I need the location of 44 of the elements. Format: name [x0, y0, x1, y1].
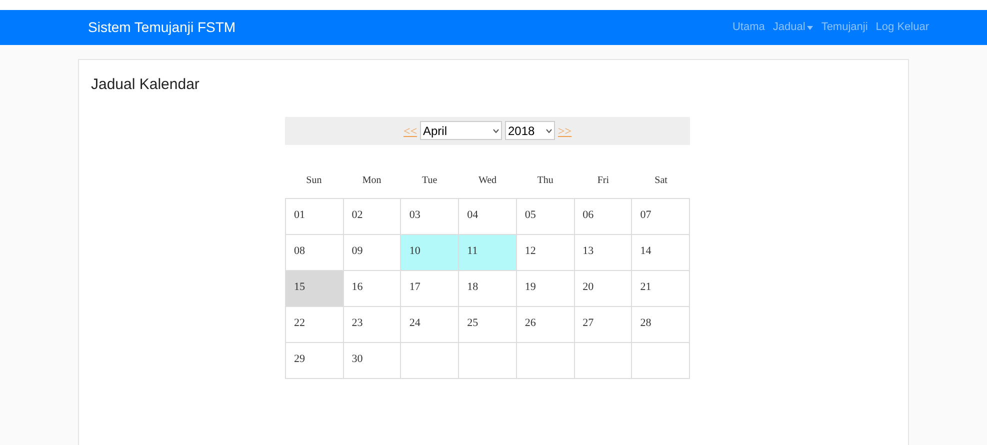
month-select[interactable]: April	[420, 121, 502, 140]
day-cell[interactable]: 07	[632, 198, 690, 234]
weekday-header: Tue	[421, 174, 438, 188]
weekday-header: Thu	[536, 174, 554, 188]
day-cell[interactable]: 12	[516, 234, 575, 270]
day-cell[interactable]: 11	[459, 234, 517, 270]
chevron-icon	[493, 128, 499, 132]
weekday-header: Fri	[596, 174, 610, 188]
day-cell[interactable]: 16	[344, 270, 402, 306]
day-cell[interactable]: 08	[286, 234, 344, 270]
weekday-header: Wed	[477, 174, 498, 188]
day-cell[interactable]: 29	[286, 342, 344, 378]
chevron-icon	[546, 128, 552, 132]
weekday-header: Mon	[361, 174, 382, 188]
day-cell[interactable]: 21	[632, 270, 690, 306]
day-cell[interactable]: 30	[344, 342, 402, 378]
weekday-header: Sun	[305, 174, 323, 188]
day-cell[interactable]: 13	[574, 234, 632, 270]
day-cell[interactable]: 05	[516, 198, 575, 234]
day-cell[interactable]: 15	[286, 270, 344, 306]
day-cell[interactable]: 10	[401, 234, 460, 270]
day-cell[interactable]: 22	[286, 306, 344, 342]
day-cell[interactable]: 06	[574, 198, 632, 234]
caret-icon	[807, 26, 814, 30]
day-cell[interactable]: 24	[401, 306, 460, 342]
card-title: Jadual Kalendar	[91, 75, 200, 95]
day-cell[interactable]: 20	[574, 270, 632, 306]
day-cell[interactable]: 04	[459, 198, 517, 234]
day-cell[interactable]: 14	[632, 234, 690, 270]
day-cell[interactable]: 27	[574, 306, 632, 342]
weekday-header: Sat	[654, 174, 668, 188]
year-select[interactable]: 2018	[505, 121, 555, 140]
day-cell[interactable]: 25	[459, 306, 517, 342]
day-cell[interactable]: 02	[344, 198, 402, 234]
day-cell[interactable]: 17	[401, 270, 460, 306]
day-cell[interactable]: 23	[344, 306, 402, 342]
day-cell[interactable]: 28	[632, 306, 690, 342]
day-cell[interactable]: 03	[401, 198, 460, 234]
day-cell[interactable]: 01	[286, 198, 344, 234]
day-cell[interactable]: 26	[516, 306, 575, 342]
brand-title[interactable]: Sistem Temujanji FSTM	[88, 17, 236, 38]
day-cell[interactable]: 19	[516, 270, 575, 306]
day-cell[interactable]: 09	[344, 234, 402, 270]
day-cell[interactable]: 18	[459, 270, 517, 306]
